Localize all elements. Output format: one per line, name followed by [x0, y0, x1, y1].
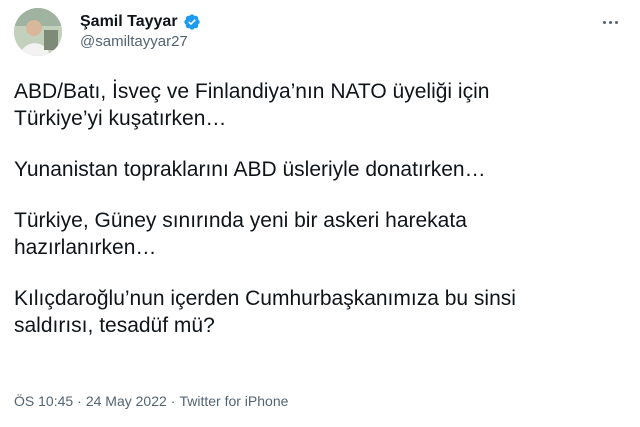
verified-badge-icon [183, 13, 201, 31]
tweet-paragraph-4: Kılıçdaroğlu’nun içerden Cumhurbaşkanımı… [14, 287, 516, 337]
meta-separator: · [170, 393, 176, 409]
meta-separator: · [77, 393, 82, 409]
tweet-meta: ÖS 10:45 · 24 May 2022 · Twitter for iPh… [14, 393, 288, 409]
tweet-paragraph-2: Yunanistan topraklarını ABD üsleriyle do… [14, 158, 486, 181]
avatar[interactable] [14, 8, 62, 56]
more-options-icon[interactable] [598, 12, 622, 32]
tweet-paragraph-1: ABD/Batı, İsveç ve Finlandiya’nın NATO ü… [14, 80, 490, 130]
tweet-date[interactable]: 24 May 2022 [86, 393, 167, 409]
tweet-paragraph-3: Türkiye, Güney sınırında yeni bir askeri… [14, 209, 467, 259]
tweet-source[interactable]: Twitter for iPhone [179, 393, 288, 409]
tweet-time[interactable]: ÖS 10:45 [14, 393, 73, 409]
display-name[interactable]: Şamil Tayyar [80, 13, 178, 31]
tweet-text: ABD/Batı, İsveç ve Finlandiya’nın NATO ü… [14, 78, 624, 363]
user-handle[interactable]: @samiltayyar27 [80, 33, 188, 50]
name-row: Şamil Tayyar [80, 13, 201, 31]
